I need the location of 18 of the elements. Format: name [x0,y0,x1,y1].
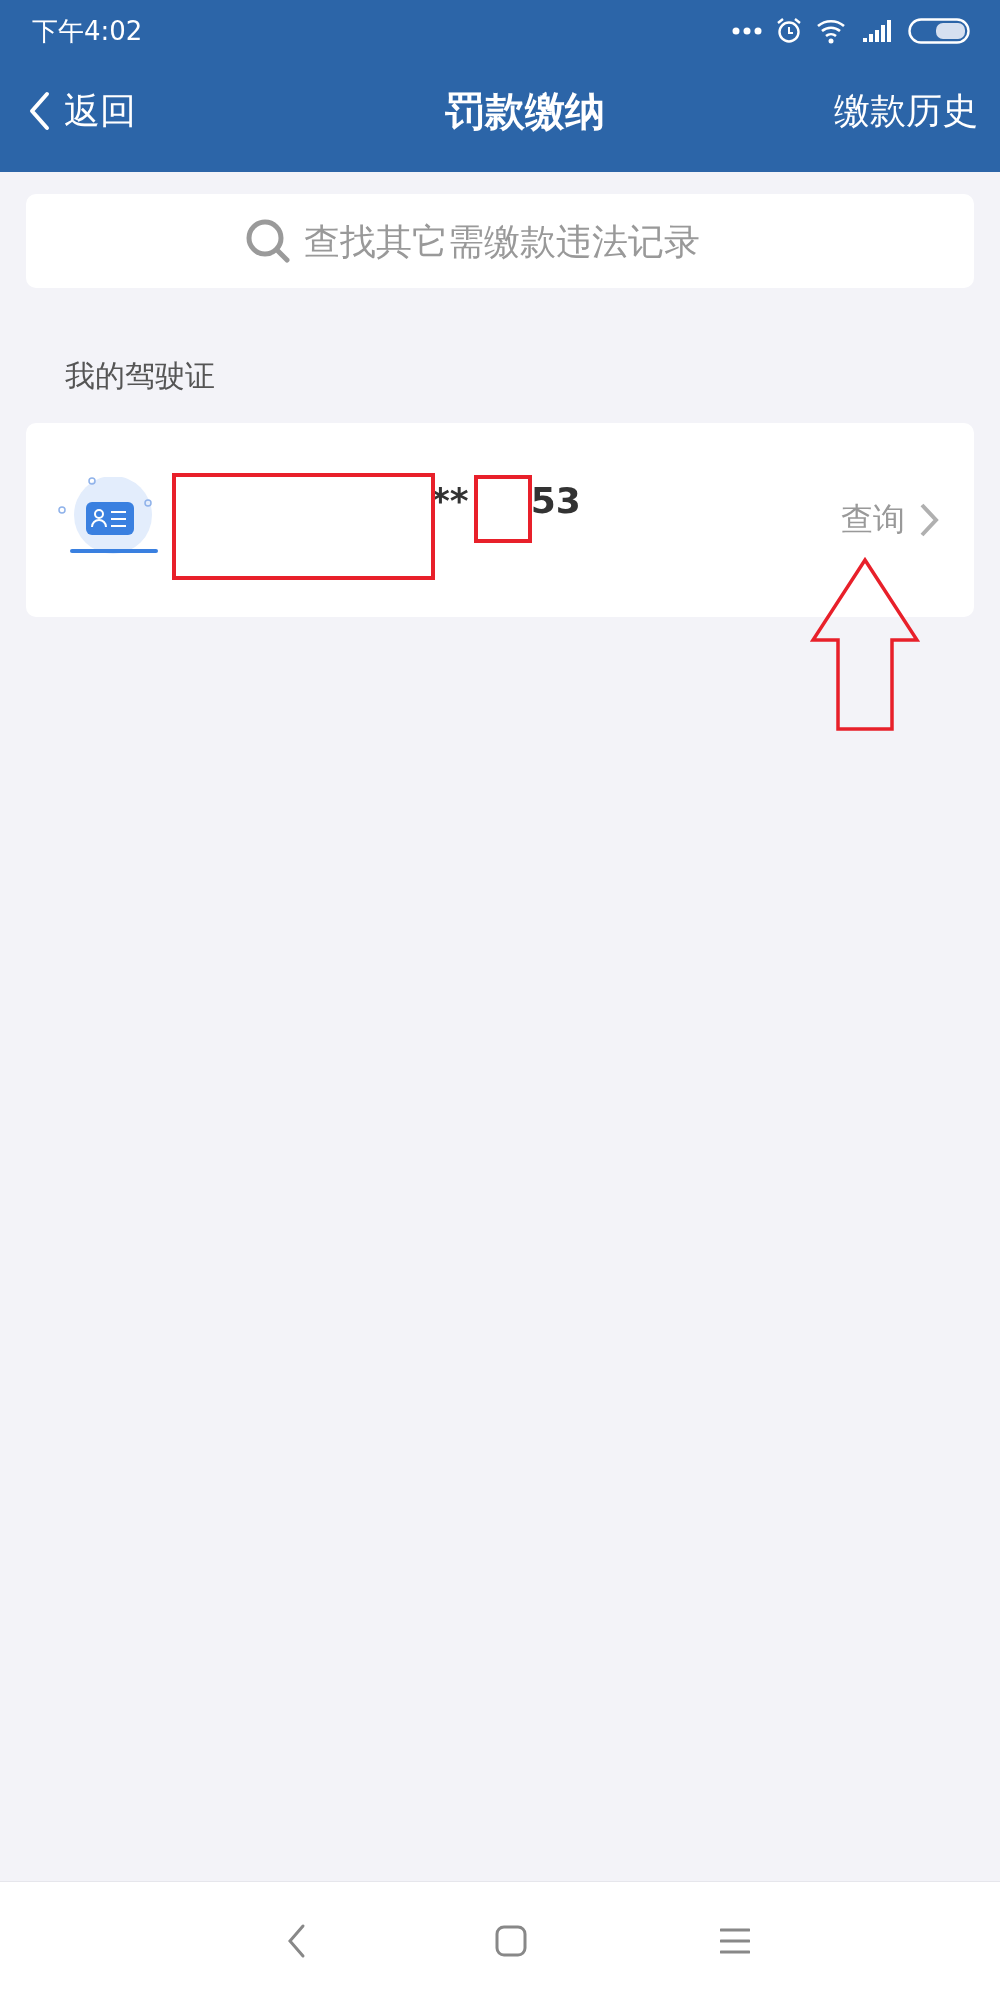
back-label[interactable]: 返回 [64,86,136,136]
license-number: 53 [530,479,581,521]
search-field[interactable]: 查找其它需缴款违法记录 [302,219,756,263]
alarm-icon [776,17,802,45]
back-button[interactable]: 返回 [28,86,136,136]
signal-icon [862,19,894,43]
battery-icon [908,18,970,44]
page-title: 罚款缴纳 [445,86,605,136]
payment-history-button[interactable]: 缴款历史 [834,86,978,136]
back-chevron-icon [28,91,50,131]
redaction-box [474,475,532,543]
search-icon [244,217,292,265]
more-icon [732,26,762,36]
menu-icon[interactable] [720,1927,750,1955]
home-icon[interactable] [495,1925,527,1957]
status-time: 下午4:02 [32,14,143,48]
section-title: 我的驾驶证 [65,357,216,395]
chevron-right-icon [919,502,939,538]
